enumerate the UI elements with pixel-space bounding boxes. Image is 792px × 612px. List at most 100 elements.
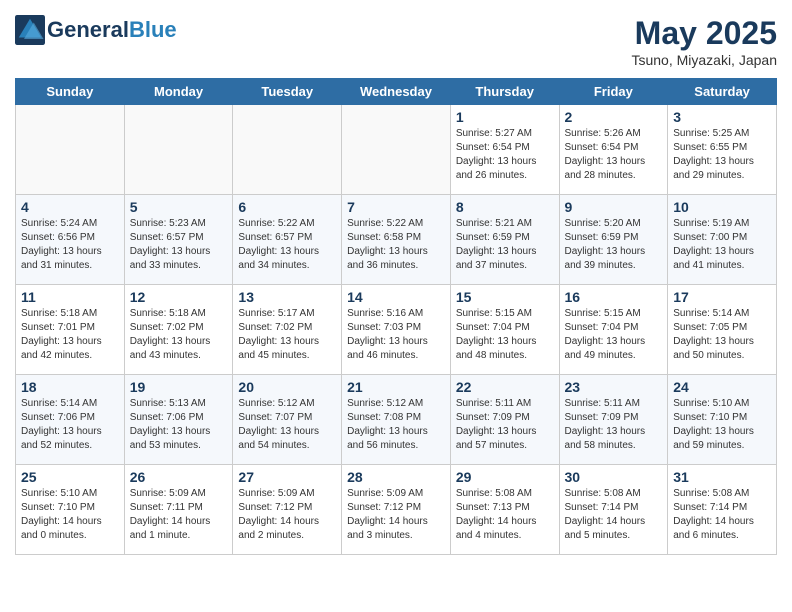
day-number: 28 [347, 469, 445, 485]
day-info: Sunrise: 5:14 AM Sunset: 7:06 PM Dayligh… [21, 397, 119, 453]
week-row-1: 1Sunrise: 5:27 AM Sunset: 6:54 PM Daylig… [16, 105, 777, 195]
day-number: 1 [456, 109, 554, 125]
calendar-cell: 19Sunrise: 5:13 AM Sunset: 7:06 PM Dayli… [124, 375, 233, 465]
day-number: 12 [130, 289, 228, 305]
calendar-cell: 17 Sunrise: 5:14 AM Sunset: 7:05 PM Dayli… [668, 285, 777, 375]
calendar-cell: 14 Sunrise: 5:16 AM Sunset: 7:03 PM Dayli… [342, 285, 451, 375]
calendar-cell: 5Sunrise: 5:23 AM Sunset: 6:57 PM Daylig… [124, 195, 233, 285]
logo: GeneralBlue [15, 15, 177, 45]
day-number: 8 [456, 199, 554, 215]
day-info: Sunrise: 5:11 AM Sunset: 7:09 PM Dayligh… [565, 397, 663, 453]
day-number: 15 [456, 289, 554, 305]
day-info: Sunrise: 5:21 AM Sunset: 6:59 PM Dayligh… [456, 217, 554, 273]
day-info: Sunrise: 5:08 AM Sunset: 7:14 PM Dayligh… [673, 487, 771, 543]
day-number: 24 [673, 379, 771, 395]
day-info: Sunrise: 5:22 AM Sunset: 6:58 PM Dayligh… [347, 217, 445, 273]
day-number: 26 [130, 469, 228, 485]
day-number: 30 [565, 469, 663, 485]
day-number: 31 [673, 469, 771, 485]
day-number: 19 [130, 379, 228, 395]
day-info: Sunrise: 5:09 AM Sunset: 7:11 PM Dayligh… [130, 487, 228, 543]
calendar-cell: 18Sunrise: 5:14 AM Sunset: 7:06 PM Dayli… [16, 375, 125, 465]
weekday-header-sunday: Sunday [16, 79, 125, 105]
day-info: Sunrise: 5:11 AM Sunset: 7:09 PM Dayligh… [456, 397, 554, 453]
calendar-cell: 2 Sunrise: 5:26 AM Sunset: 6:54 PM Daylig… [559, 105, 668, 195]
day-info: Sunrise: 5:22 AM Sunset: 6:57 PM Dayligh… [238, 217, 336, 273]
day-number: 25 [21, 469, 119, 485]
day-number: 2 [565, 109, 663, 125]
weekday-header-thursday: Thursday [450, 79, 559, 105]
day-number: 20 [238, 379, 336, 395]
day-info: Sunrise: 5:18 AM Sunset: 7:02 PM Dayligh… [130, 307, 228, 363]
day-info: Sunrise: 5:10 AM Sunset: 7:10 PM Dayligh… [673, 397, 771, 453]
title-block: May 2025 Tsuno, Miyazaki, Japan [631, 15, 777, 68]
day-number: 7 [347, 199, 445, 215]
weekday-header-row: SundayMondayTuesdayWednesdayThursdayFrid… [16, 79, 777, 105]
day-info: Sunrise: 5:24 AM Sunset: 6:56 PM Dayligh… [21, 217, 119, 273]
calendar-cell: 11Sunrise: 5:18 AM Sunset: 7:01 PM Dayli… [16, 285, 125, 375]
calendar-cell [233, 105, 342, 195]
day-info: Sunrise: 5:26 AM Sunset: 6:54 PM Dayligh… [565, 127, 663, 183]
calendar-cell: 29 Sunrise: 5:08 AM Sunset: 7:13 PM Dayli… [450, 465, 559, 555]
calendar-cell: 7 Sunrise: 5:22 AM Sunset: 6:58 PM Daylig… [342, 195, 451, 285]
calendar-cell: 1Sunrise: 5:27 AM Sunset: 6:54 PM Daylig… [450, 105, 559, 195]
location: Tsuno, Miyazaki, Japan [631, 52, 777, 68]
day-info: Sunrise: 5:18 AM Sunset: 7:01 PM Dayligh… [21, 307, 119, 363]
day-info: Sunrise: 5:12 AM Sunset: 7:07 PM Dayligh… [238, 397, 336, 453]
day-number: 13 [238, 289, 336, 305]
calendar-cell [342, 105, 451, 195]
logo-icon [15, 15, 45, 45]
calendar-cell: 21Sunrise: 5:12 AM Sunset: 7:08 PM Dayli… [342, 375, 451, 465]
week-row-3: 11Sunrise: 5:18 AM Sunset: 7:01 PM Dayli… [16, 285, 777, 375]
calendar-cell: 22 Sunrise: 5:11 AM Sunset: 7:09 PM Dayli… [450, 375, 559, 465]
calendar-table: SundayMondayTuesdayWednesdayThursdayFrid… [15, 78, 777, 555]
calendar-cell: 3Sunrise: 5:25 AM Sunset: 6:55 PM Daylig… [668, 105, 777, 195]
day-number: 29 [456, 469, 554, 485]
day-info: Sunrise: 5:16 AM Sunset: 7:03 PM Dayligh… [347, 307, 445, 363]
calendar-cell: 30 Sunrise: 5:08 AM Sunset: 7:14 PM Dayli… [559, 465, 668, 555]
calendar-cell: 20 Sunrise: 5:12 AM Sunset: 7:07 PM Dayli… [233, 375, 342, 465]
day-info: Sunrise: 5:08 AM Sunset: 7:13 PM Dayligh… [456, 487, 554, 543]
day-number: 22 [456, 379, 554, 395]
day-info: Sunrise: 5:08 AM Sunset: 7:14 PM Dayligh… [565, 487, 663, 543]
calendar-cell: 23 Sunrise: 5:11 AM Sunset: 7:09 PM Dayli… [559, 375, 668, 465]
calendar-cell: 25Sunrise: 5:10 AM Sunset: 7:10 PM Dayli… [16, 465, 125, 555]
weekday-header-saturday: Saturday [668, 79, 777, 105]
day-info: Sunrise: 5:17 AM Sunset: 7:02 PM Dayligh… [238, 307, 336, 363]
calendar-cell: 16 Sunrise: 5:15 AM Sunset: 7:04 PM Dayli… [559, 285, 668, 375]
day-number: 23 [565, 379, 663, 395]
calendar-cell: 10 Sunrise: 5:19 AM Sunset: 7:00 PM Dayli… [668, 195, 777, 285]
calendar-cell: 15 Sunrise: 5:15 AM Sunset: 7:04 PM Dayli… [450, 285, 559, 375]
day-info: Sunrise: 5:15 AM Sunset: 7:04 PM Dayligh… [456, 307, 554, 363]
week-row-2: 4 Sunrise: 5:24 AM Sunset: 6:56 PM Daylig… [16, 195, 777, 285]
day-number: 16 [565, 289, 663, 305]
page-header: GeneralBlue May 2025 Tsuno, Miyazaki, Ja… [15, 15, 777, 68]
day-info: Sunrise: 5:09 AM Sunset: 7:12 PM Dayligh… [347, 487, 445, 543]
day-number: 14 [347, 289, 445, 305]
calendar-cell: 13 Sunrise: 5:17 AM Sunset: 7:02 PM Dayli… [233, 285, 342, 375]
weekday-header-wednesday: Wednesday [342, 79, 451, 105]
calendar-cell [124, 105, 233, 195]
calendar-cell: 9 Sunrise: 5:20 AM Sunset: 6:59 PM Daylig… [559, 195, 668, 285]
week-row-5: 25Sunrise: 5:10 AM Sunset: 7:10 PM Dayli… [16, 465, 777, 555]
calendar-cell: 12 Sunrise: 5:18 AM Sunset: 7:02 PM Dayli… [124, 285, 233, 375]
calendar-cell [16, 105, 125, 195]
day-number: 9 [565, 199, 663, 215]
day-number: 3 [673, 109, 771, 125]
day-info: Sunrise: 5:14 AM Sunset: 7:05 PM Dayligh… [673, 307, 771, 363]
day-number: 4 [21, 199, 119, 215]
day-info: Sunrise: 5:20 AM Sunset: 6:59 PM Dayligh… [565, 217, 663, 273]
logo-text: GeneralBlue [47, 18, 177, 42]
day-info: Sunrise: 5:19 AM Sunset: 7:00 PM Dayligh… [673, 217, 771, 273]
day-number: 10 [673, 199, 771, 215]
weekday-header-friday: Friday [559, 79, 668, 105]
day-info: Sunrise: 5:09 AM Sunset: 7:12 PM Dayligh… [238, 487, 336, 543]
calendar-cell: 28 Sunrise: 5:09 AM Sunset: 7:12 PM Dayli… [342, 465, 451, 555]
month-title: May 2025 [631, 15, 777, 52]
weekday-header-monday: Monday [124, 79, 233, 105]
day-info: Sunrise: 5:23 AM Sunset: 6:57 PM Dayligh… [130, 217, 228, 273]
day-info: Sunrise: 5:15 AM Sunset: 7:04 PM Dayligh… [565, 307, 663, 363]
calendar-cell: 6Sunrise: 5:22 AM Sunset: 6:57 PM Daylig… [233, 195, 342, 285]
day-number: 17 [673, 289, 771, 305]
week-row-4: 18Sunrise: 5:14 AM Sunset: 7:06 PM Dayli… [16, 375, 777, 465]
